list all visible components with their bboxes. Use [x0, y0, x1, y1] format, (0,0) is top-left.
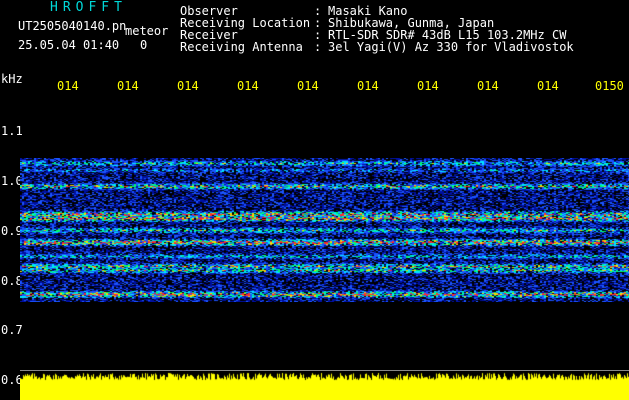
- x-tick: 014: [237, 79, 259, 93]
- info-colon: :: [314, 40, 322, 54]
- file-name: UT2505040140.pn: [18, 19, 127, 33]
- axis-unit: kHz: [1, 72, 23, 86]
- x-tick: 014: [177, 79, 199, 93]
- x-tick: 014: [417, 79, 439, 93]
- x-tick: 0150: [595, 79, 624, 93]
- x-tick: 014: [57, 79, 79, 93]
- x-tick: 014: [117, 79, 139, 93]
- x-tick: 014: [357, 79, 379, 93]
- meteor-label: meteor: [125, 24, 169, 38]
- x-tick: 014: [477, 79, 499, 93]
- info-label: Receiving Antenna: [180, 40, 303, 54]
- x-tick: 014: [297, 79, 319, 93]
- count-zero: 0: [140, 38, 148, 52]
- y-label: 1.1: [1, 124, 23, 138]
- datetime: 25.05.04 01:40: [18, 38, 120, 52]
- y-label: 0.7: [1, 323, 23, 337]
- x-tick: 014: [537, 79, 559, 93]
- info-value: 3el Yagi(V) Az 330 for Vladivostok: [328, 40, 574, 54]
- signal-level-bar: [20, 371, 629, 400]
- info-block: Observer: Masaki Kano Receiving Location:…: [180, 5, 574, 53]
- spectrogram: [20, 158, 629, 302]
- info-antenna: Receiving Antenna:3el Yagi(V) Az 330 for…: [180, 41, 574, 53]
- app-title: HROFFT: [50, 0, 127, 15]
